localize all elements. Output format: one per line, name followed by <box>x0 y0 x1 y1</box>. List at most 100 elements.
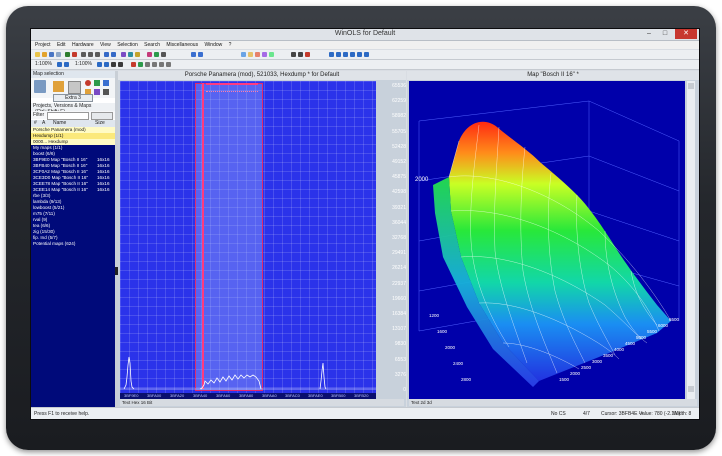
status-cursor: Cursor: 3BFB4E -> <box>601 411 644 417</box>
save-icon[interactable] <box>49 52 54 57</box>
map-view-tabs[interactable]: Text 2d 3d <box>409 400 432 405</box>
col-size[interactable]: Size <box>95 120 105 127</box>
checksum-icon[interactable] <box>135 52 140 57</box>
settings-icon[interactable] <box>103 89 109 95</box>
menu-window[interactable]: Window <box>204 42 222 48</box>
zoom-icon[interactable] <box>241 52 246 57</box>
find-icon[interactable] <box>121 52 126 57</box>
open-icon[interactable] <box>42 52 47 57</box>
minimize-button[interactable]: – <box>641 29 657 39</box>
arrow-right-icon[interactable] <box>111 52 116 57</box>
filter-input[interactable] <box>47 112 89 120</box>
paste-icon[interactable] <box>95 52 100 57</box>
extra-button[interactable]: Extra 3 <box>53 94 93 102</box>
map-panel-header: Map selection <box>31 71 115 78</box>
maximize-button[interactable]: □ <box>657 29 673 39</box>
menu-view[interactable]: View <box>100 42 111 48</box>
hex-axis-tick: 52428 <box>392 143 406 150</box>
export-icon[interactable] <box>72 52 77 57</box>
goto-icon[interactable] <box>357 52 362 57</box>
font-icon[interactable] <box>291 52 296 57</box>
hex-axis-tick: 9830 <box>394 341 406 348</box>
monitor-device: WinOLS for Default – □ ✕ Project Edit Ha… <box>0 0 722 456</box>
hex-axis-tick: 22937 <box>392 280 406 287</box>
col-nr[interactable]: # <box>34 120 37 127</box>
menu-search[interactable]: Search <box>144 42 160 48</box>
y-axis-labels: 1200 1600 2000 2400 2800 <box>429 313 472 382</box>
filter-options-button[interactable] <box>91 112 113 120</box>
hexdump-plot[interactable] <box>120 81 376 393</box>
hex-axis-tick: 32768 <box>392 235 406 241</box>
menu-edit[interactable]: Edit <box>57 42 66 48</box>
scroll-down-icon[interactable] <box>688 386 694 392</box>
lock-icon[interactable] <box>161 52 166 57</box>
jump-icon[interactable] <box>364 52 369 57</box>
pin-icon[interactable] <box>248 52 253 57</box>
menu-hardware[interactable]: Hardware <box>72 42 94 48</box>
import-icon[interactable] <box>65 52 70 57</box>
3d-view-icon[interactable] <box>118 62 123 67</box>
32bit-icon[interactable] <box>166 62 171 67</box>
tools-icon[interactable] <box>255 52 260 57</box>
project-icon[interactable] <box>34 80 46 93</box>
close-button[interactable]: ✕ <box>675 29 697 39</box>
menu-help[interactable]: ? <box>229 42 232 48</box>
document-icon[interactable] <box>68 81 81 94</box>
refresh-icon[interactable] <box>103 80 109 86</box>
tile-icon[interactable] <box>198 52 203 57</box>
filter-label: Filter <box>33 112 45 118</box>
zoom-select-2[interactable]: 1:100% <box>75 61 92 67</box>
menu-selection[interactable]: Selection <box>117 42 138 48</box>
status-checksum: No CS <box>551 411 566 417</box>
map-status: Text 2d 3d <box>409 399 697 406</box>
scroll-up-icon[interactable] <box>688 83 694 89</box>
x-axis-tick: 3000 <box>592 359 603 364</box>
8bit-icon[interactable] <box>152 62 157 67</box>
first-icon[interactable] <box>343 52 348 57</box>
arrow-left-icon[interactable] <box>104 52 109 57</box>
x-axis-tick: 2500 <box>581 365 592 370</box>
text-view-icon[interactable] <box>97 62 102 67</box>
x-axis-tick: 4000 <box>614 347 625 352</box>
grid-icon[interactable] <box>298 52 303 57</box>
folder-icon[interactable] <box>53 81 64 92</box>
print-icon[interactable] <box>56 52 61 57</box>
x-axis-tick: 6500 <box>669 317 680 322</box>
hex-axis-tick: 62259 <box>392 98 406 105</box>
copy-icon[interactable] <box>88 52 93 57</box>
col-name[interactable]: Name <box>53 120 66 127</box>
marker-icon[interactable] <box>147 52 152 57</box>
menu-project[interactable]: Project <box>35 42 51 48</box>
add-icon[interactable] <box>94 80 100 86</box>
highlight-icon[interactable] <box>131 62 136 67</box>
next-icon[interactable] <box>336 52 341 57</box>
tree-row[interactable]: Potential maps (624) <box>31 241 115 247</box>
original-icon[interactable] <box>138 62 143 67</box>
menu-miscellaneous[interactable]: Miscellaneous <box>166 42 198 48</box>
last-icon[interactable] <box>350 52 355 57</box>
zoom-out-icon[interactable] <box>64 62 69 67</box>
run-icon[interactable] <box>269 52 274 57</box>
hex-axis-tick: 65536 <box>392 83 406 89</box>
2d-view-icon[interactable] <box>111 62 116 67</box>
hexdump-view-tabs[interactable]: Text Hex 16 Bit <box>120 400 152 405</box>
stop-icon[interactable] <box>305 52 310 57</box>
compare-icon[interactable] <box>128 52 133 57</box>
new-icon[interactable] <box>35 52 40 57</box>
window-icon[interactable] <box>191 52 196 57</box>
differences-icon[interactable] <box>145 62 150 67</box>
script-icon[interactable] <box>262 52 267 57</box>
flag-icon[interactable] <box>154 52 159 57</box>
prev-icon[interactable] <box>329 52 334 57</box>
16bit-icon[interactable] <box>159 62 164 67</box>
zoom-in-icon[interactable] <box>57 62 62 67</box>
status-width: Width: 8 <box>673 411 692 417</box>
hex-view-icon[interactable] <box>104 62 109 67</box>
cut-icon[interactable] <box>81 52 86 57</box>
tag-icon[interactable] <box>94 89 100 95</box>
delete-icon[interactable] <box>85 80 91 86</box>
col-a[interactable]: A <box>42 120 45 127</box>
map-3d-plot[interactable]: 2000 1500 2000 2500 3000 3500 4000 4500 5000 550… <box>409 81 685 399</box>
map-vertical-scrollbar[interactable] <box>687 81 695 399</box>
zoom-select[interactable]: 1:100% <box>35 61 52 67</box>
